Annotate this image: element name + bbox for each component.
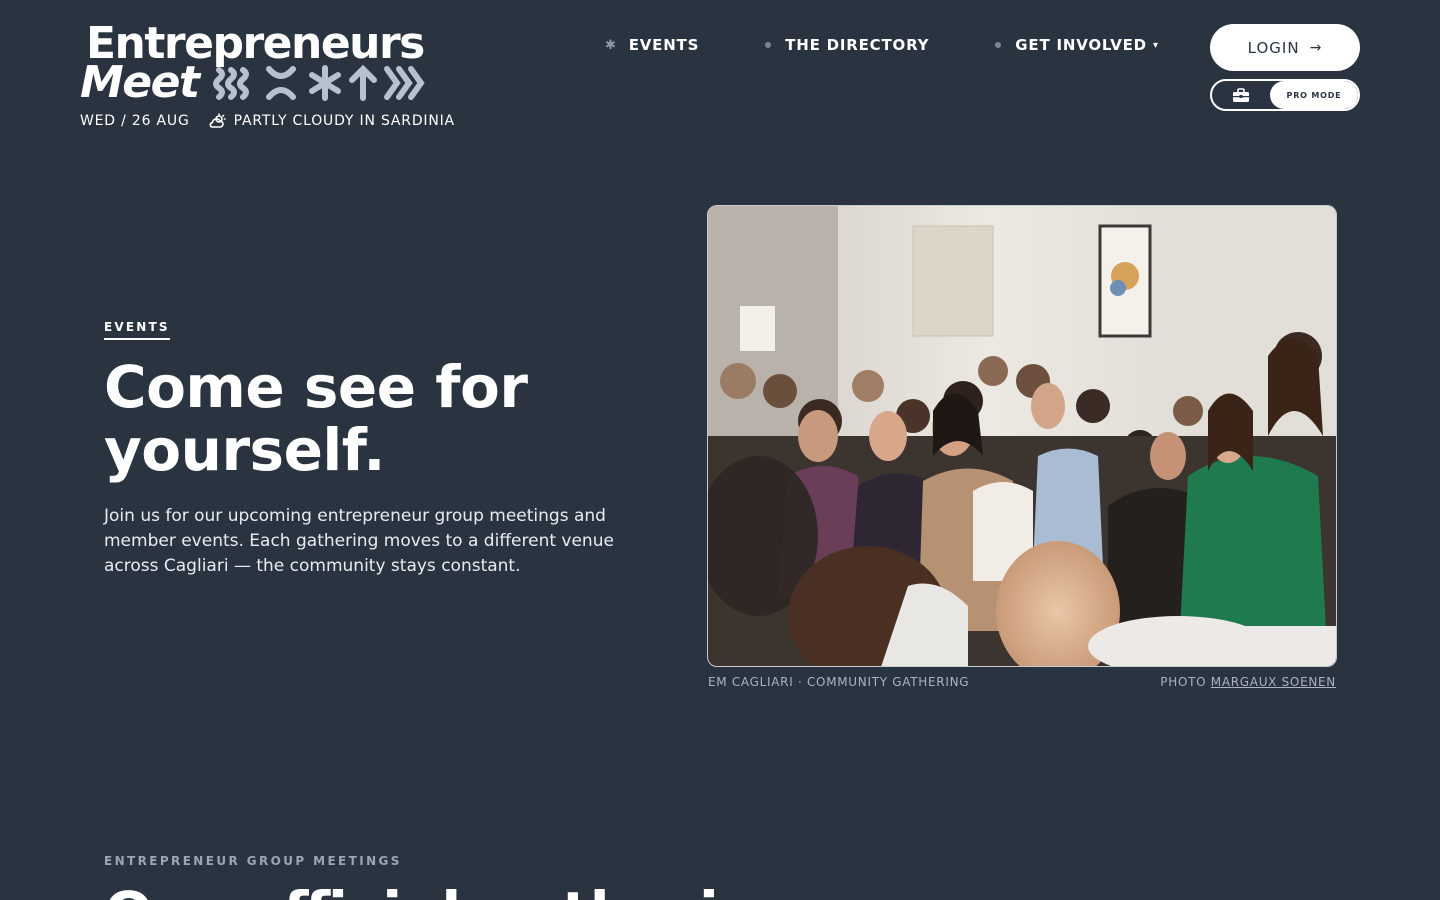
arrow-right-icon: → <box>1309 39 1323 56</box>
photo-caption: EM CAGLIARI · COMMUNITY GATHERING <box>708 675 970 689</box>
current-date: WED / 26 AUG <box>80 113 190 129</box>
photographer-link[interactable]: MARGAUX SOENEN <box>1211 675 1336 689</box>
main-nav: ✱ EVENTS THE DIRECTORY GET INVOLVED ▾ <box>605 36 1159 54</box>
nav-item-directory[interactable]: THE DIRECTORY <box>765 36 929 54</box>
pro-mode-label: PRO MODE <box>1270 81 1358 109</box>
nav-item-events[interactable]: ✱ EVENTS <box>605 36 699 54</box>
hero-photo <box>707 205 1337 667</box>
page-title: Come see for yourself. <box>104 353 528 484</box>
partly-cloudy-icon <box>209 113 226 128</box>
date-weather-bar: WED / 26 AUG PARTLY CLOUDY IN SARDINIA <box>80 113 455 129</box>
photo-credit-prefix: PHOTO <box>1160 675 1207 689</box>
section-eyebrow-group-meetings: ENTREPRENEUR GROUP MEETINGS <box>104 854 402 868</box>
nav-label-events: EVENTS <box>628 36 700 54</box>
nav-label-directory: THE DIRECTORY <box>785 36 930 54</box>
login-label: LOGIN <box>1247 38 1300 57</box>
nav-label-get-involved: GET INVOLVED <box>1015 36 1147 54</box>
pro-mode-toggle[interactable]: PRO MODE <box>1210 79 1360 111</box>
login-button[interactable]: LOGIN → <box>1210 24 1360 71</box>
hero-description: Join us for our upcoming entrepreneur gr… <box>104 506 614 576</box>
logo-symbol-marks-icon <box>212 64 425 101</box>
section-eyebrow-events: EVENTS <box>104 320 170 340</box>
briefcase-icon <box>1233 87 1249 102</box>
asterisk-icon: ✱ <box>605 37 617 53</box>
bullet-dot-icon <box>995 42 1002 48</box>
chevron-down-icon: ▾ <box>1152 39 1159 51</box>
bullet-dot-icon <box>765 42 772 48</box>
community-gathering-photo <box>708 206 1336 666</box>
photo-credit: PHOTO MARGAUX SOENEN <box>1160 675 1336 689</box>
logo-wordmark-bottom: Meet <box>80 57 200 108</box>
weather-text: PARTLY CLOUDY IN SARDINIA <box>233 113 455 129</box>
site-logo[interactable]: Entrepreneurs Meet <box>80 22 480 108</box>
section-title: Our official gatherings <box>104 882 836 900</box>
nav-item-get-involved[interactable]: GET INVOLVED ▾ <box>995 36 1158 54</box>
